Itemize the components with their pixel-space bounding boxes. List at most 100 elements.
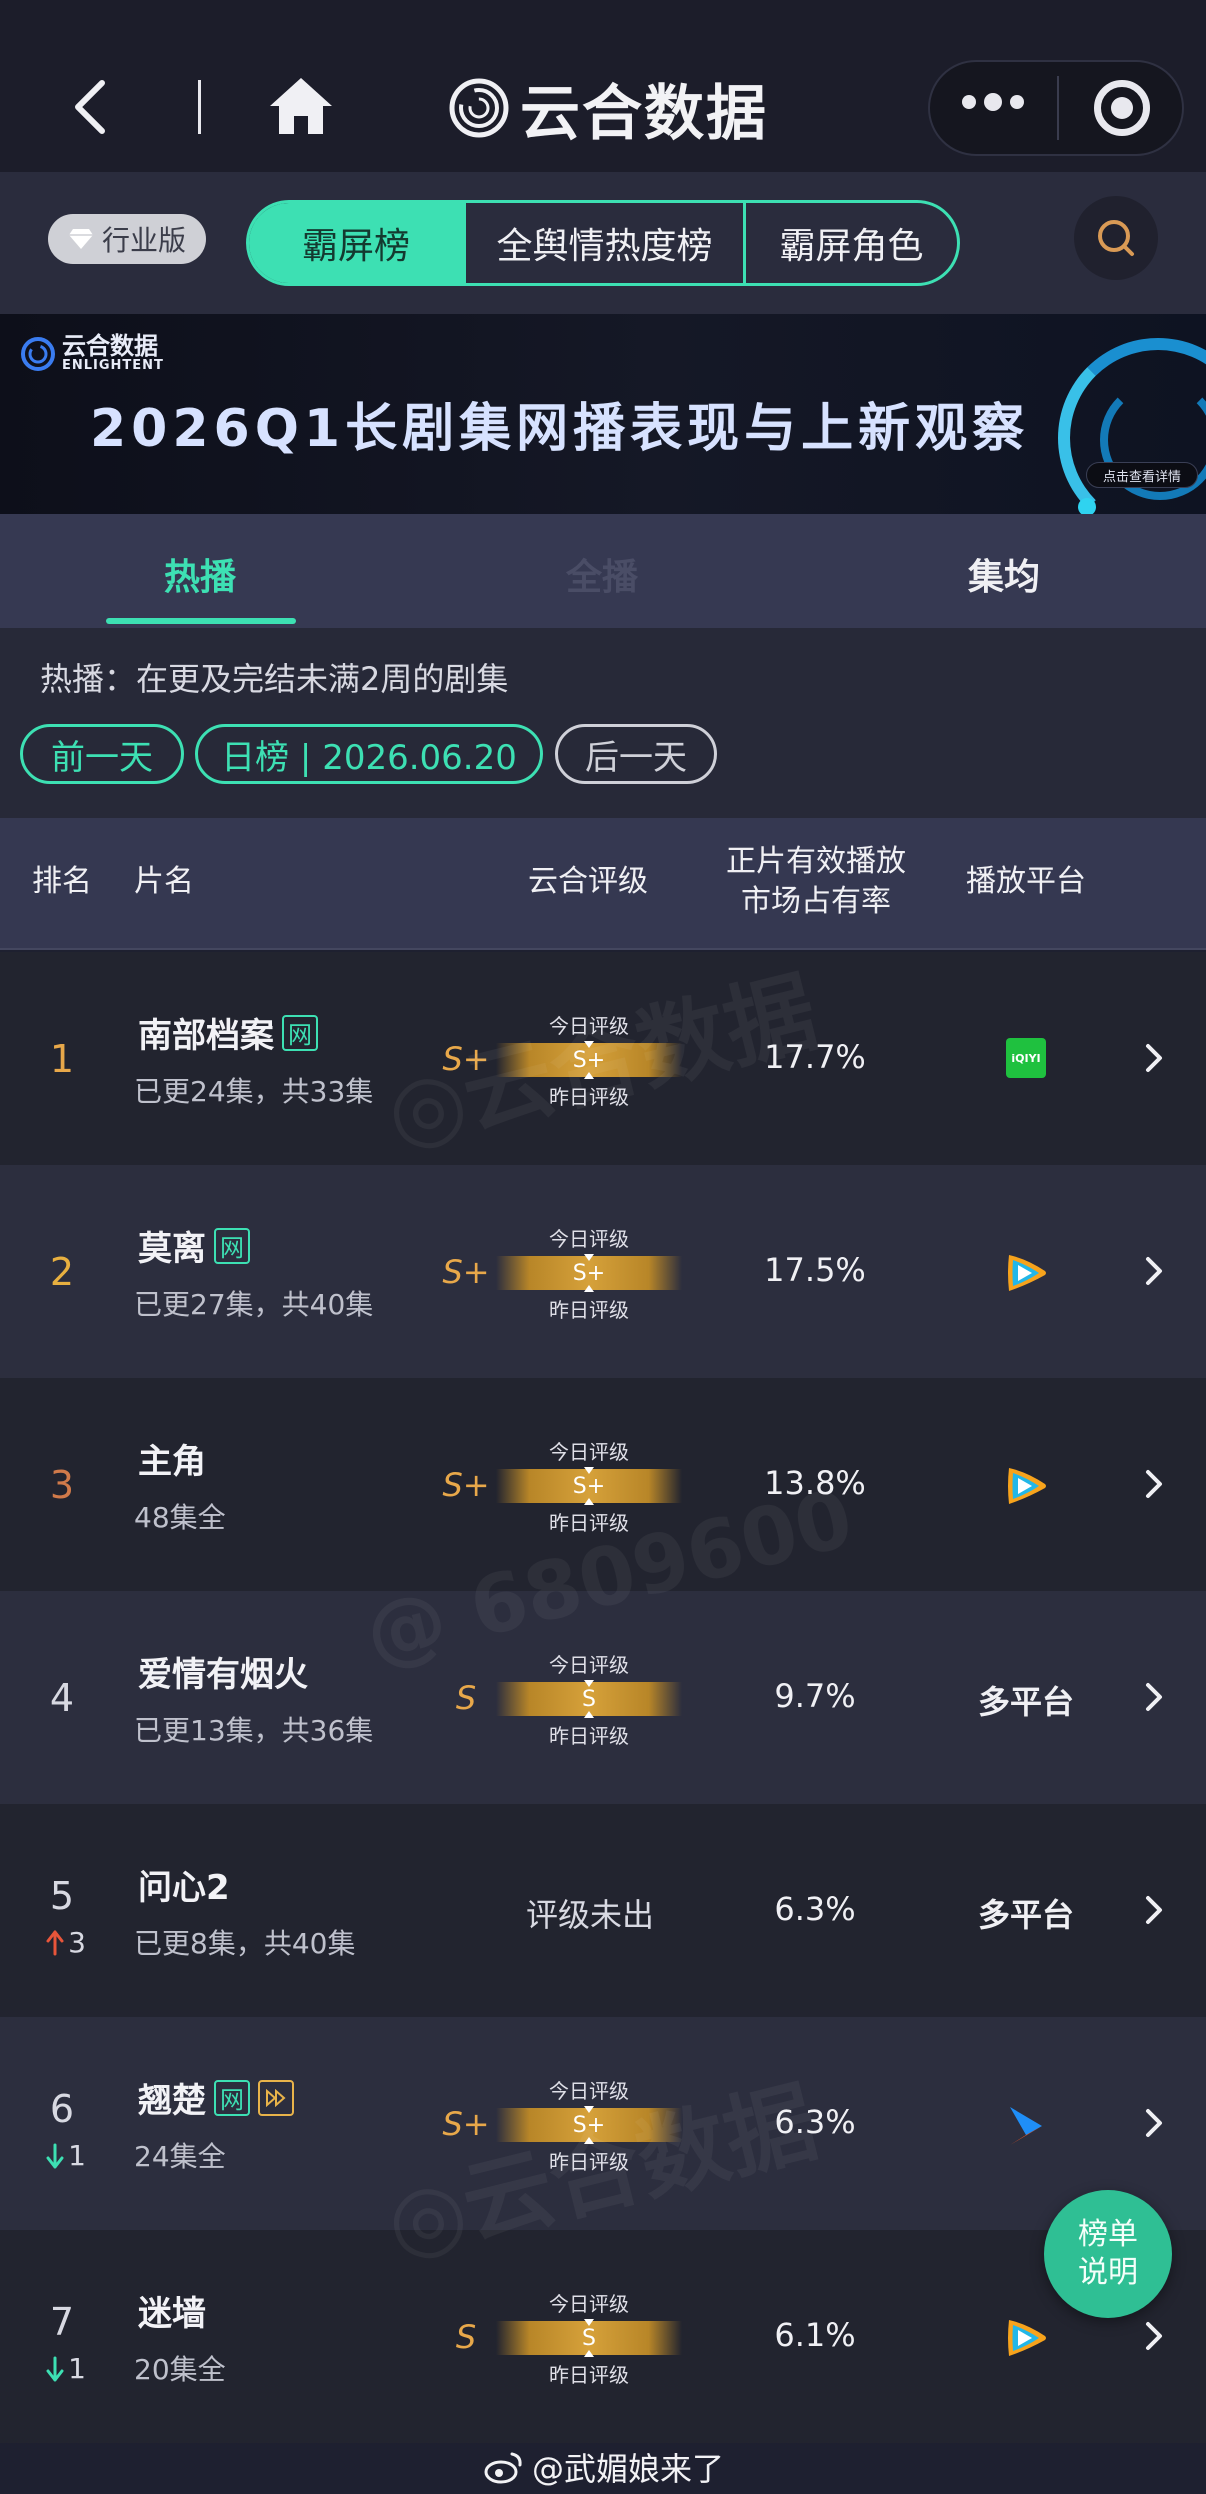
gauge-bar: S+ [496,1467,682,1505]
row-detail-button[interactable] [1142,1890,1166,1930]
nav-divider [198,80,201,134]
rank-number: 6 [49,2087,75,2131]
header-share-line1: 正片有效播放 [726,844,906,879]
web-drama-badge: 网 [282,1014,318,1051]
row-detail-button[interactable] [1142,1464,1166,1504]
more-options-icon[interactable] [962,93,1024,111]
rank-change: 3 [34,1926,98,1959]
table-row[interactable]: 4 爱情有烟火 已更13集，共36集 S 今日评级 S 昨日评级 9.7% 多平台 [0,1591,1206,1804]
table-row[interactable]: 6 1 翘楚网 24集全 S+ 今日评级 S+ 昨日评级 6.3% [0,2017,1206,2230]
gauge-yesterday-label: 昨日评级 [549,2363,629,2387]
market-share: 6.3% [774,2103,856,2141]
row-detail-button[interactable] [1142,2103,1166,2143]
grade-label: S+ [442,1466,490,1504]
brand-title: 云合数据 [520,78,768,149]
gauge-yesterday-label: 昨日评级 [549,1511,629,1535]
grade-gauge: 今日评级 S+ 昨日评级 [496,1436,682,1536]
trend-up-icon [46,1930,64,1955]
platform-multi: 多平台 [977,1683,1074,1721]
search-button[interactable] [1074,196,1158,280]
gauge-value: S+ [572,1047,606,1073]
gauge-today-label: 今日评级 [549,1227,629,1251]
segment-public-opinion-heat[interactable]: 全舆情热度榜 [463,203,743,283]
gauge-bar: S+ [496,2106,682,2144]
row-detail-button[interactable] [1142,1038,1166,1078]
grade-label: S+ [442,2105,490,2143]
tab-episode-average[interactable]: 集均 [968,548,1040,600]
table-row[interactable]: 3 主角 48集全 S+ 今日评级 S+ 昨日评级 13.8% [0,1378,1206,1591]
gauge-yesterday-label: 昨日评级 [549,2150,629,2174]
grade-gauge: 今日评级 S 昨日评级 [496,2288,682,2388]
market-share: 6.3% [774,1890,856,1928]
chevron-right-icon [1146,1683,1162,1711]
credit-text: @武媚娘来了 [532,2450,725,2488]
drama-title-text: 问心2 [138,1868,230,1908]
explain-line2: 说明 [1078,2255,1138,2290]
table-row[interactable]: 1 南部档案网已更24集，共33集 S+ 今日评级 S+ 昨日评级 17.7% iQI… [0,952,1206,1165]
segment-dominant-screen[interactable]: 霸屏榜 [249,203,463,283]
episode-status: 已更24集，共33集 [134,1075,374,1108]
gauge-yesterday-label: 昨日评级 [549,1085,629,1109]
gauge-today-label: 今日评级 [549,1653,629,1677]
gauge-value: S+ [572,1260,606,1286]
banner-logo-cn: 云合数据 [62,332,158,360]
banner-cta-button[interactable]: 点击查看详情 [1086,462,1198,488]
next-day-button[interactable]: 后一天 [555,724,717,784]
platform-cell [960,2316,1092,2360]
search-icon [1098,220,1134,256]
trend-down-icon [46,2356,64,2381]
drama-title-text: 爱情有烟火 [138,1655,308,1695]
home-button[interactable] [268,76,334,136]
rank-change: 1 [34,2352,98,2385]
banner-logo-en: ENLIGHTENT [62,358,164,373]
gauge-today-label: 今日评级 [549,2079,629,2103]
tab-full[interactable]: 全播 [566,548,638,600]
table-row[interactable]: 5 3 问心2 已更8集，共40集 评级未出 6.3% 多平台 [0,1804,1206,2017]
platform-cell: iQIYI [960,1038,1092,1078]
row-detail-button[interactable] [1142,1677,1166,1717]
episode-status: 已更27集，共40集 [134,1288,374,1321]
market-share: 17.7% [764,1038,866,1076]
platform-cell [960,1464,1092,1508]
gauge-bar: S+ [496,1041,682,1079]
rank-number: 2 [49,1250,75,1294]
header-rank: 排名 [32,864,92,899]
tab-hot[interactable]: 热播 [164,548,236,600]
chevron-right-icon [1146,1044,1162,1072]
drama-title-text: 南部档案 [138,1016,274,1056]
row-detail-button[interactable] [1142,2316,1166,2356]
prev-day-button[interactable]: 前一天 [20,724,184,784]
chevron-right-icon [1146,1257,1162,1285]
market-share: 9.7% [774,1677,856,1715]
market-share: 13.8% [764,1464,866,1502]
grade-gauge: 今日评级 S+ 昨日评级 [496,2075,682,2175]
platform-cell: 多平台 [960,1677,1092,1723]
drama-title-text: 翘楚 [138,2081,206,2121]
grade-label: S+ [442,1040,490,1078]
capsule-divider [1057,76,1059,140]
date-selector[interactable]: 日榜 | 2026.06.20 [195,724,543,784]
close-miniprogram-icon[interactable] [1094,80,1150,136]
gauge-bar: S [496,1680,682,1718]
table-row[interactable]: 2 莫离网已更27集，共40集 S+ 今日评级 S+ 昨日评级 17.5% [0,1165,1206,1378]
table-row[interactable]: 7 1 迷墙 20集全 S 今日评级 S 昨日评级 6.1% [0,2230,1206,2443]
tencent-video-icon [1008,1255,1046,1291]
row-detail-button[interactable] [1142,1251,1166,1291]
edition-badge[interactable]: 行业版 [48,214,206,264]
ranking-explanation-button[interactable]: 榜单 说明 [1044,2190,1172,2318]
gauge-today-label: 今日评级 [549,2292,629,2316]
drama-title: 南部档案网 [138,1008,318,1057]
drama-title-text: 主角 [138,1442,206,1482]
gauge-bar: S+ [496,1254,682,1292]
platform-multi: 多平台 [977,1896,1074,1934]
grade-pending: 评级未出 [525,1896,654,1934]
rank-change-value: 1 [68,2139,86,2172]
drama-title: 莫离网 [138,1221,250,1270]
banner-logo: 云合数据 ENLIGHTENT [20,334,164,373]
home-icon [270,78,332,134]
back-button[interactable] [70,72,114,142]
segment-dominant-roles[interactable]: 霸屏角色 [743,203,957,283]
drama-title: 主角 [138,1434,206,1483]
header-title: 片名 [134,864,194,899]
grade-gauge: 今日评级 S+ 昨日评级 [496,1223,682,1323]
